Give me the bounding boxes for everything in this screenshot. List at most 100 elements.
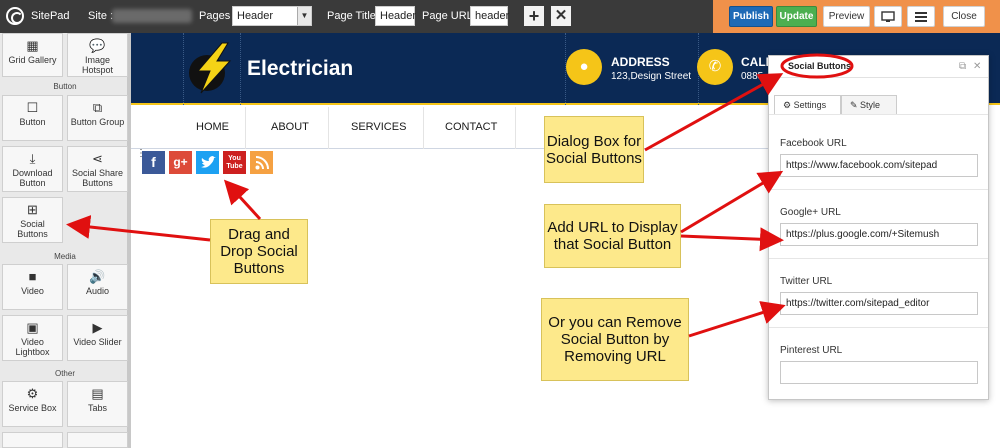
delete-page-icon[interactable]: ✕	[551, 6, 571, 26]
page-url-input[interactable]: header	[470, 6, 509, 26]
site-name-blurred	[112, 9, 192, 23]
callout-text: Drag and Drop Social Buttons	[220, 226, 298, 277]
widget-button[interactable]: ☐ Button	[2, 95, 63, 141]
widget-label: Grid Gallery	[8, 55, 57, 65]
location-pin-icon: ●	[579, 58, 589, 75]
action-panel: Publish Update Preview Close	[713, 0, 1000, 33]
facebook-icon[interactable]: f	[142, 151, 165, 174]
pinterest-url-label: Pinterest URL	[780, 345, 843, 356]
update-button[interactable]: Update	[776, 6, 817, 27]
widget-social-buttons[interactable]: ⊞ Social Buttons	[2, 197, 63, 243]
twitter-bird-icon	[200, 156, 216, 168]
widget-button-group[interactable]: ⧉ Button Group	[67, 95, 128, 141]
preview-button[interactable]: Preview	[823, 6, 870, 27]
tabs-icon: ▤	[91, 386, 104, 401]
youtube-icon[interactable]: You Tube	[223, 151, 246, 174]
callout-add-url: Add URL to Display that Social Button	[544, 204, 681, 268]
widget-label: Button Group	[70, 117, 125, 127]
nav-separator	[423, 107, 424, 149]
menu-button[interactable]	[907, 6, 935, 27]
widget-label: Video	[21, 286, 44, 296]
nav-services[interactable]: SERVICES	[351, 121, 406, 133]
callout-remove-url: Or you can Remove Social Button by Remov…	[541, 298, 689, 381]
field-divider	[769, 327, 988, 328]
nav-separator	[328, 107, 329, 149]
popout-icon[interactable]: ⧉	[959, 61, 966, 72]
gear-icon: ⚙	[783, 100, 794, 110]
google-plus-icon[interactable]: g+	[169, 151, 192, 174]
nav-separator	[245, 107, 246, 149]
google-plus-url-input[interactable]: https://plus.google.com/+Sitemush	[780, 223, 978, 246]
nav-home[interactable]: HOME	[196, 121, 229, 133]
widget-label: Video Lightbox	[15, 337, 50, 357]
widget-audio[interactable]: 🔊 Audio	[67, 264, 128, 310]
social-buttons-dialog: Social Buttons ⧉ ✕ ⚙ Settings ✎ Style Fa…	[768, 55, 989, 400]
tab-style[interactable]: ✎ Style	[841, 95, 897, 115]
close-button[interactable]: Close	[943, 6, 985, 27]
tab-underline	[769, 114, 988, 115]
page-title-input[interactable]: Header	[375, 6, 416, 26]
share-icon: ⋖	[92, 151, 103, 166]
publish-button[interactable]: Publish	[729, 6, 773, 27]
site-label: Site :	[88, 10, 114, 22]
twitter-url-input[interactable]: https://twitter.com/sitepad_editor	[780, 292, 978, 315]
comment-icon: 💬	[89, 38, 106, 53]
widget-image-hotspot[interactable]: 💬 Image Hotspot	[67, 33, 128, 77]
callout-text: Add URL to Display that Social Button	[547, 219, 678, 253]
sitepad-logo-icon	[6, 7, 24, 25]
nav-separator	[515, 107, 516, 149]
desktop-view-button[interactable]	[874, 6, 902, 27]
tab-settings[interactable]: ⚙ Settings	[774, 95, 841, 115]
social-icon: ⊞	[27, 202, 38, 217]
phone-icon: ✆	[708, 58, 722, 75]
widget-social-share-buttons[interactable]: ⋖ Social Share Buttons	[67, 146, 128, 192]
widget-video[interactable]: ■ Video	[2, 264, 63, 310]
video-icon: ■	[28, 269, 37, 284]
twitter-icon[interactable]	[196, 151, 219, 174]
widget-service-box[interactable]: ⚙ Service Box	[2, 381, 63, 427]
twitter-url-label: Twitter URL	[780, 276, 833, 287]
tab-label: Style	[860, 100, 881, 110]
call-badge: ✆	[697, 49, 733, 85]
nav-contact[interactable]: CONTACT	[445, 121, 497, 133]
brush-icon: ✎	[850, 100, 861, 110]
facebook-url-label: Facebook URL	[780, 138, 847, 149]
callout-text: Dialog Box for Social Buttons	[546, 132, 642, 167]
monitor-icon	[881, 11, 895, 22]
tab-label: Settings	[793, 100, 827, 110]
dialog-titlebar[interactable]: Social Buttons ⧉ ✕	[769, 56, 988, 78]
copy-icon: ⧉	[92, 100, 103, 115]
widget-partial[interactable]	[2, 432, 63, 448]
widget-tabs[interactable]: ▤ Tabs	[67, 381, 128, 427]
rss-icon[interactable]	[250, 151, 273, 174]
widget-partial[interactable]	[67, 432, 128, 448]
widget-grid-gallery[interactable]: ▦ Grid Gallery	[2, 33, 63, 77]
play-icon: ▶	[92, 320, 103, 335]
rss-feed-icon	[255, 156, 269, 170]
arrow-to-social-row	[223, 179, 262, 221]
field-divider	[769, 189, 988, 190]
widget-label: Social Share Buttons	[71, 168, 124, 188]
nav-about[interactable]: ABOUT	[271, 121, 309, 133]
widget-label: Tabs	[87, 403, 107, 413]
header-divider	[240, 33, 241, 105]
pages-select-value: Header	[237, 10, 274, 22]
widget-video-slider[interactable]: ▶ Video Slider	[67, 315, 128, 361]
download-icon: ⤓	[29, 151, 36, 166]
close-icon[interactable]: ✕	[973, 61, 981, 72]
pinterest-url-input[interactable]	[780, 361, 978, 384]
pages-select[interactable]: Header ▼	[232, 6, 312, 26]
widget-video-lightbox[interactable]: ▣ Video Lightbox	[2, 315, 63, 361]
facebook-url-input[interactable]: https://www.facebook.com/sitepad	[780, 154, 978, 177]
dialog-title: Social Buttons	[788, 61, 852, 71]
hamburger-menu-icon	[915, 12, 927, 22]
widget-label: Button	[19, 117, 46, 127]
chevron-down-icon: ▼	[297, 7, 311, 25]
widget-download-button[interactable]: ⤓ Download Button	[2, 146, 63, 192]
arrow-to-twitter-field	[688, 301, 786, 338]
pages-label: Pages :	[199, 10, 237, 22]
page-title-label: Page Title:	[327, 10, 379, 22]
add-page-icon[interactable]: +	[524, 6, 544, 26]
callout-drag-drop: Drag and Drop Social Buttons	[210, 219, 308, 284]
grid-icon: ▦	[26, 38, 39, 53]
